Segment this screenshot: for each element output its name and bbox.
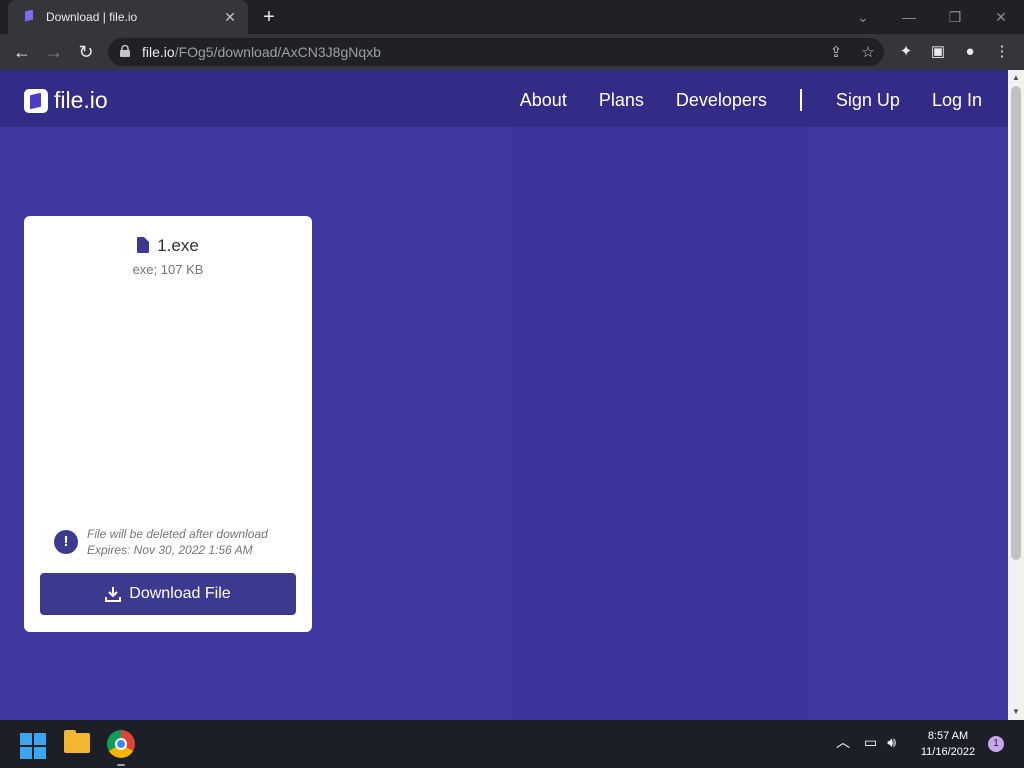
tab-search-icon[interactable]: ⌄ xyxy=(840,0,886,34)
minimize-icon[interactable]: — xyxy=(886,0,932,34)
address-bar[interactable]: file.io /FOg5/download/AxCN3J8gNqxb ⇪ ☆ xyxy=(108,38,884,66)
nav-login[interactable]: Log In xyxy=(932,90,982,111)
url-path: /FOg5/download/AxCN3J8gNqxb xyxy=(174,44,381,60)
file-name-row: 1.exe xyxy=(24,236,312,256)
main-nav: About Plans Developers Sign Up Log In xyxy=(520,89,1008,111)
system-tray: ︿ ▭ 🔊︎ xyxy=(836,732,896,752)
bookmark-star-icon[interactable]: ☆ xyxy=(852,43,884,61)
page-viewport: file.io About Plans Developers Sign Up L… xyxy=(0,70,1008,720)
nav-about[interactable]: About xyxy=(520,90,567,111)
nav-plans[interactable]: Plans xyxy=(599,90,644,111)
site-logo[interactable]: file.io xyxy=(24,87,108,114)
reload-icon[interactable]: ↻ xyxy=(74,40,98,64)
tray-overflow-icon[interactable]: ︿ xyxy=(836,732,850,752)
tab-title: Download | file.io xyxy=(46,10,138,24)
chrome-taskbar-icon[interactable] xyxy=(107,730,135,758)
menu-icon[interactable]: ⋮ xyxy=(986,40,1018,64)
start-icon[interactable] xyxy=(20,733,46,759)
file-icon xyxy=(137,237,150,253)
browser-tab[interactable]: Download | file.io ✕ xyxy=(8,0,248,34)
clock-time: 8:57 AM xyxy=(927,730,969,742)
scroll-up-icon[interactable]: ▲ xyxy=(1008,70,1024,86)
site-header: file.io About Plans Developers Sign Up L… xyxy=(0,70,1008,127)
notice-line-delete: File will be deleted after download xyxy=(87,527,268,541)
file-name: 1.exe xyxy=(157,236,199,255)
volume-icon[interactable]: 🔊︎ xyxy=(887,734,896,751)
taskbar-clock[interactable]: 8:57 AM 11/16/2022 xyxy=(916,728,980,760)
network-icon[interactable]: ▭ xyxy=(864,734,877,751)
fileio-favicon-icon xyxy=(25,10,33,22)
file-meta: exe; 107 KB xyxy=(132,262,204,277)
notification-badge[interactable]: 1 xyxy=(988,736,1004,752)
fileio-logo-icon xyxy=(24,88,48,113)
nav-signup[interactable]: Sign Up xyxy=(836,90,900,111)
back-icon[interactable]: ← xyxy=(10,40,34,64)
download-file-button[interactable]: Download File xyxy=(40,573,296,615)
notice-line-expiry: Expires: Nov 30, 2022 1:56 AM xyxy=(87,543,253,557)
file-card: 1.exe exe; 107 KB ! File will be deleted… xyxy=(24,216,312,632)
window-controls: ⌄ — ❐ ✕ xyxy=(840,0,1024,34)
exclamation-icon: ! xyxy=(54,530,78,554)
file-explorer-icon[interactable] xyxy=(64,730,90,753)
nav-developers[interactable]: Developers xyxy=(676,90,767,111)
side-panel-icon[interactable]: ▣ xyxy=(922,40,954,64)
scroll-down-icon[interactable]: ▼ xyxy=(1008,704,1024,720)
logo-text: file.io xyxy=(54,87,108,113)
browser-toolbar: ← → ↻ file.io /FOg5/download/AxCN3J8gNqx… xyxy=(0,34,1024,70)
lock-icon[interactable] xyxy=(120,44,134,60)
restore-icon[interactable]: ❐ xyxy=(932,0,978,34)
url-host: file.io xyxy=(142,44,175,60)
page-scrollbar[interactable]: ▲ ▼ xyxy=(1008,70,1024,720)
nav-divider xyxy=(799,89,802,111)
browser-tabbar: Download | file.io ✕ + ⌄ — ❐ ✕ xyxy=(0,0,1024,34)
new-tab-icon[interactable]: + xyxy=(258,6,280,28)
tab-close-icon[interactable]: ✕ xyxy=(222,9,238,25)
clock-date: 11/16/2022 xyxy=(920,746,976,758)
download-icon xyxy=(105,587,122,602)
profile-icon[interactable]: ● xyxy=(954,40,986,64)
scrollbar-thumb[interactable] xyxy=(1011,86,1021,560)
windows-taskbar: ︿ ▭ 🔊︎ 8:57 AM 11/16/2022 xyxy=(0,720,1024,768)
deletion-notice: ! File will be deleted after download Ex… xyxy=(54,526,268,558)
extensions-icon[interactable]: ✦ xyxy=(890,40,922,64)
share-icon[interactable]: ⇪ xyxy=(820,43,852,61)
forward-icon[interactable]: → xyxy=(42,40,66,64)
download-button-label: Download File xyxy=(129,585,231,602)
close-window-icon[interactable]: ✕ xyxy=(978,0,1024,34)
